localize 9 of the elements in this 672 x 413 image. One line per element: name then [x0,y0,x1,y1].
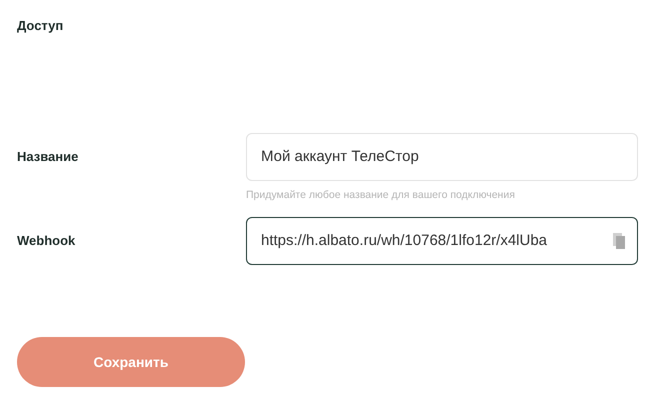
input-field[interactable]: https://h.albato.ru/wh/10768/1lfo12r/x4lUba [246,217,638,265]
field-value: Мой аккаунт ТелеСтор [261,146,420,167]
section-title: Доступ [17,17,64,35]
field-value: https://h.albato.ru/wh/10768/1lfo12r/x4lUba [261,230,548,251]
field-label: Webhook [17,232,76,250]
input-field[interactable]: Мой аккаунт ТелеСтор [246,133,638,181]
copy-icon[interactable] [613,233,625,249]
hint-text: Придумайте любое название для вашего подключения [246,188,515,204]
field-label: Название [17,148,78,166]
